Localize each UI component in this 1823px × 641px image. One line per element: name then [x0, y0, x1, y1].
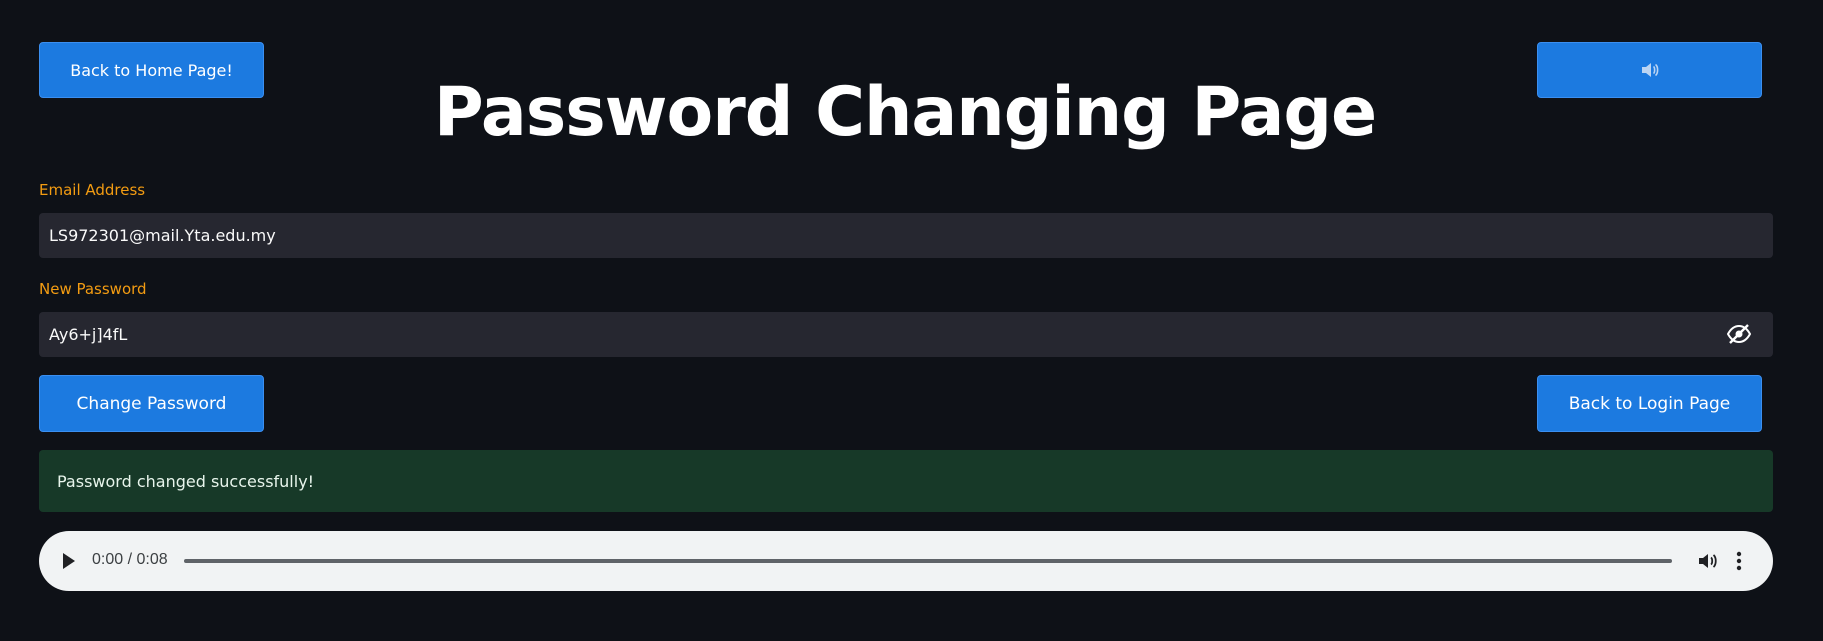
email-label: Email Address: [39, 181, 146, 199]
back-to-login-button[interactable]: Back to Login Page: [1537, 375, 1762, 432]
sound-button[interactable]: [1537, 42, 1762, 98]
change-password-label: Change Password: [76, 393, 227, 414]
audio-progress-bar[interactable]: [184, 559, 1672, 563]
new-password-field[interactable]: Ay6+j]4fL: [39, 312, 1773, 357]
audio-time: 0:00 / 0:08: [92, 551, 168, 568]
email-field[interactable]: LS972301@mail.Yta.edu.my: [39, 213, 1773, 258]
success-message: Password changed successfully!: [57, 471, 315, 491]
eye-slash-icon[interactable]: [1727, 324, 1751, 344]
email-value: LS972301@mail.Yta.edu.my: [49, 226, 276, 245]
password-change-page: Back to Home Page! Password Changing Pag…: [0, 0, 1823, 641]
success-alert: Password changed successfully!: [39, 450, 1773, 512]
back-to-login-label: Back to Login Page: [1568, 393, 1731, 414]
change-password-button[interactable]: Change Password: [39, 375, 264, 432]
new-password-value: Ay6+j]4fL: [49, 325, 128, 344]
new-password-label: New Password: [39, 280, 147, 298]
audio-player[interactable]: 0:00 / 0:08: [39, 531, 1773, 591]
speaker-icon: [1641, 63, 1658, 77]
more-options-icon[interactable]: [1735, 550, 1743, 572]
volume-icon[interactable]: [1697, 550, 1719, 572]
play-icon[interactable]: [63, 553, 75, 569]
